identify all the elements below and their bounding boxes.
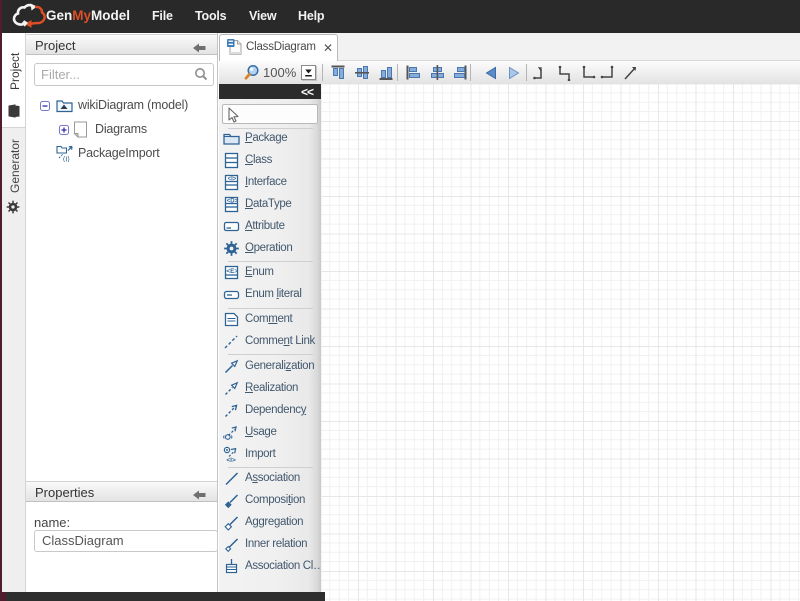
svg-text:˂I˃: ˂I˃	[228, 176, 237, 182]
svg-text:˂E˃: ˂E˃	[226, 268, 238, 275]
svg-text:˂D˃: ˂D˃	[227, 198, 239, 204]
svg-text:⟨I⟩: ⟨I⟩	[63, 155, 71, 163]
svg-text:˂I˃: ˂I˃	[226, 457, 236, 463]
